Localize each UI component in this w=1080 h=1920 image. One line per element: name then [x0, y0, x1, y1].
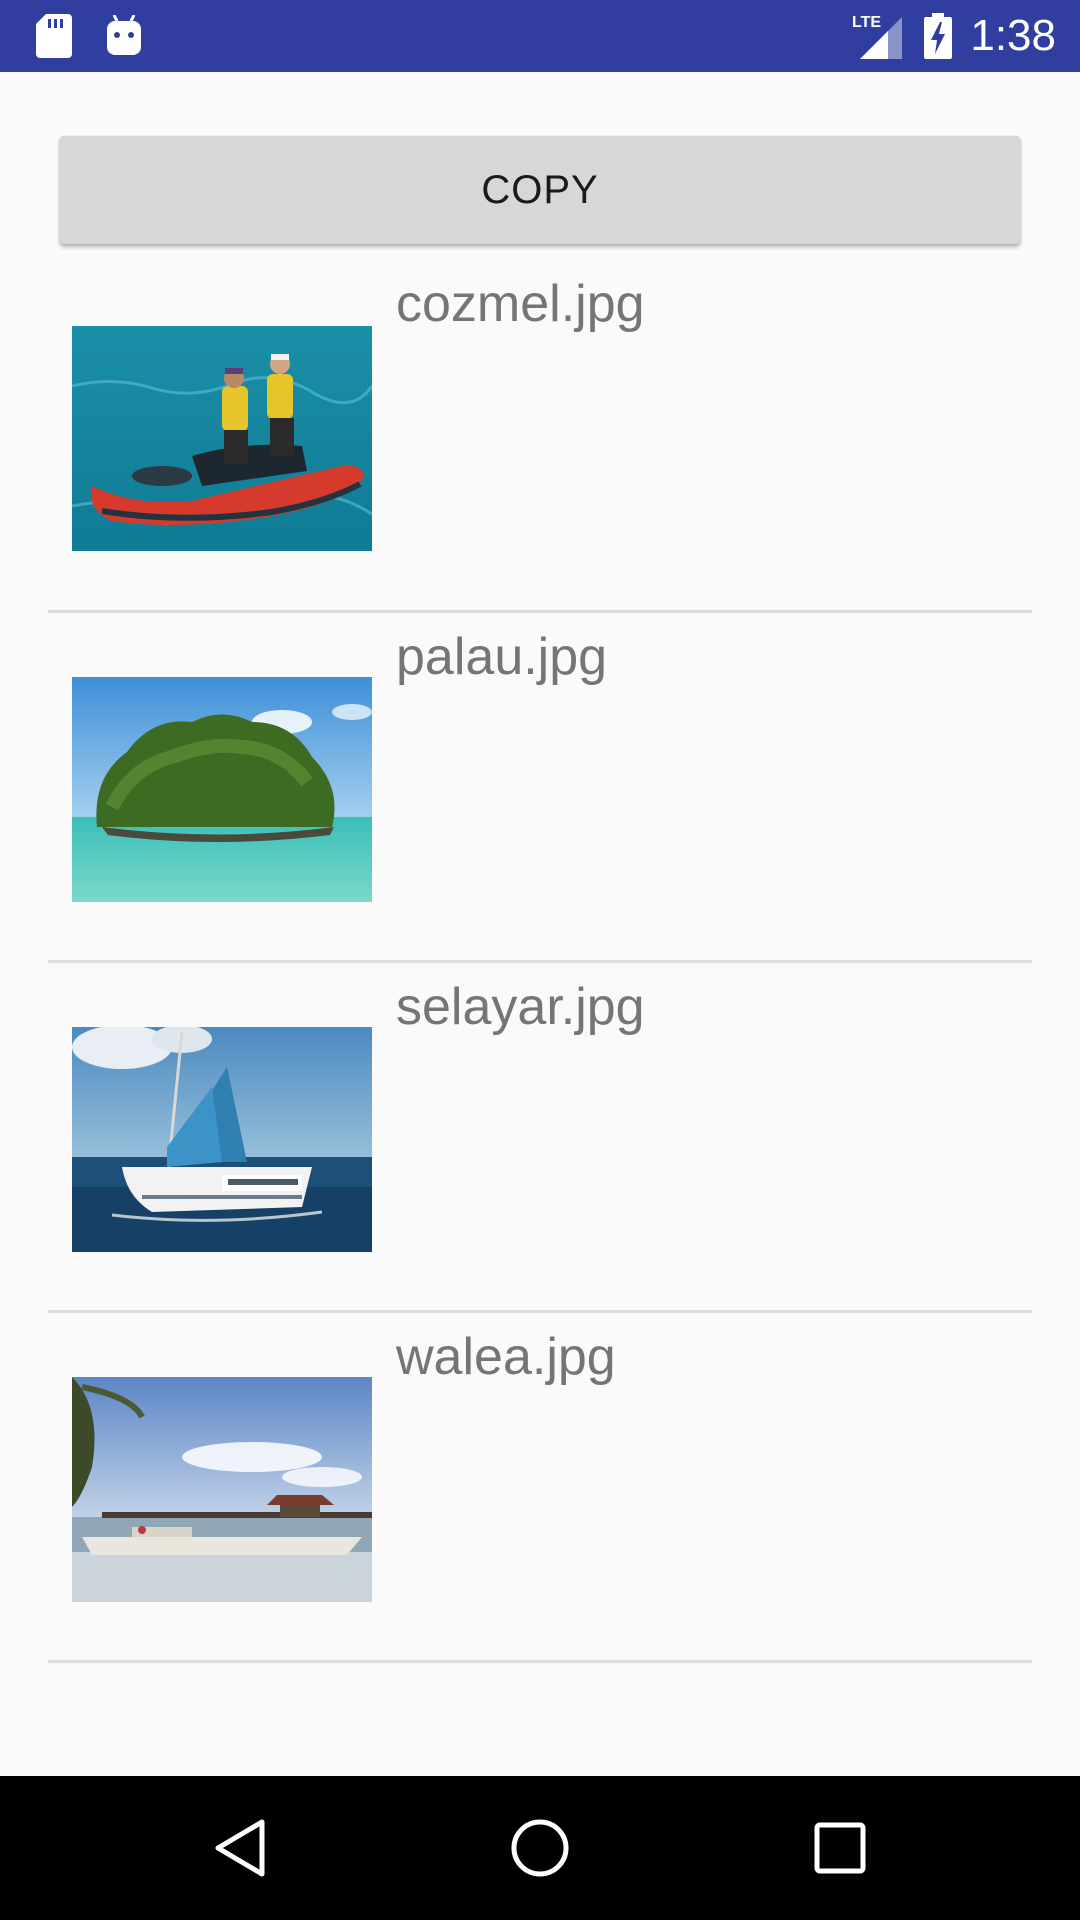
- android-debug-icon: [106, 15, 142, 57]
- sd-card-icon: [36, 14, 72, 58]
- list-item[interactable]: palau.jpg: [48, 613, 1032, 963]
- home-button[interactable]: [504, 1812, 576, 1884]
- screen: LTE 1:38 COPY cozmel.jpg palau.jpg selay…: [0, 0, 1080, 1920]
- file-list: cozmel.jpg palau.jpg selayar.jpg walea.j…: [48, 260, 1032, 1663]
- file-name: cozmel.jpg: [396, 275, 645, 333]
- home-icon: [510, 1818, 570, 1878]
- status-time: 1:38: [970, 11, 1056, 60]
- recents-button[interactable]: [804, 1812, 876, 1884]
- svg-text:LTE: LTE: [852, 14, 881, 31]
- back-button[interactable]: [204, 1812, 276, 1884]
- list-item[interactable]: selayar.jpg: [48, 963, 1032, 1313]
- file-name: palau.jpg: [396, 628, 608, 686]
- list-item[interactable]: cozmel.jpg: [48, 260, 1032, 613]
- copy-button[interactable]: COPY: [60, 136, 1020, 244]
- file-name: selayar.jpg: [396, 978, 645, 1036]
- pier-thumbnail: [72, 1377, 372, 1602]
- sailboat-thumbnail: [72, 1027, 372, 1252]
- status-bar: LTE 1:38: [0, 0, 1080, 72]
- status-right-icons: LTE 1:38: [850, 0, 1056, 72]
- back-icon: [212, 1818, 268, 1878]
- battery-charging-icon: [924, 13, 953, 59]
- jet-ski-thumbnail: [72, 326, 372, 551]
- lte-signal-icon: LTE: [850, 13, 906, 59]
- status-left-icons: [36, 14, 142, 58]
- file-name: walea.jpg: [396, 1328, 616, 1386]
- list-item[interactable]: walea.jpg: [48, 1313, 1032, 1663]
- island-thumbnail: [72, 677, 372, 902]
- navigation-bar: [0, 1776, 1080, 1920]
- recents-icon: [814, 1822, 866, 1874]
